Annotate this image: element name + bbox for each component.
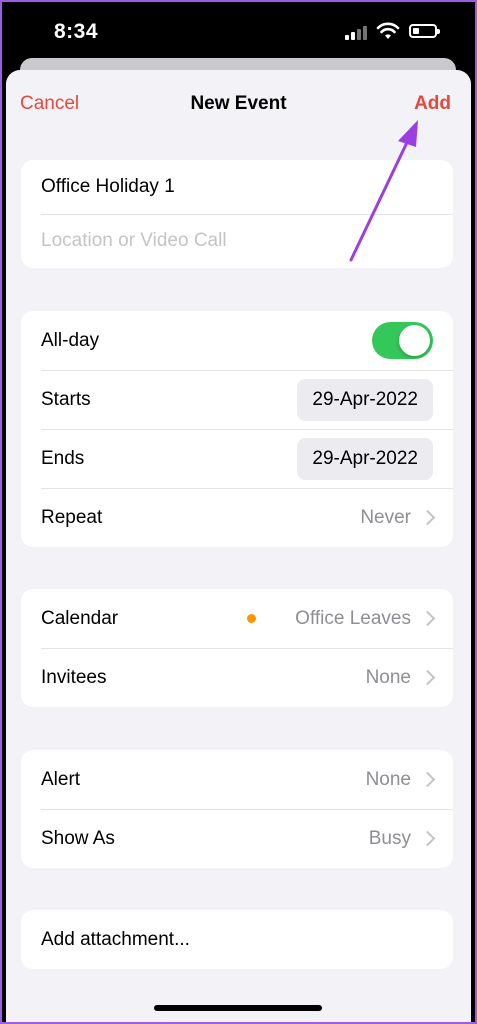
toggle-knob xyxy=(399,325,430,356)
chevron-right-icon xyxy=(419,771,436,788)
invitees-label: Invitees xyxy=(41,666,107,688)
repeat-row[interactable]: Repeat Never xyxy=(21,488,453,547)
invitees-row[interactable]: Invitees None xyxy=(21,648,453,707)
allday-row: All-day xyxy=(21,311,453,370)
title-field[interactable]: Office Holiday 1 xyxy=(41,176,175,198)
new-event-sheet: Cancel New Event Add Office Holiday 1 Lo… xyxy=(6,70,471,1022)
chevron-right-icon xyxy=(419,610,436,627)
ends-row: Ends 29-Apr-2022 xyxy=(21,429,453,488)
calendar-row[interactable]: Calendar Office Leaves xyxy=(21,589,453,648)
nav-bar: Cancel New Event Add xyxy=(6,70,471,138)
wifi-icon xyxy=(376,22,400,39)
showas-row[interactable]: Show As Busy xyxy=(21,809,453,868)
showas-label: Show As xyxy=(41,827,115,849)
calendar-value: Office Leaves xyxy=(295,607,411,629)
cellular-signal-icon xyxy=(345,24,371,40)
invitees-value: None xyxy=(365,666,411,688)
ends-date-button[interactable]: 29-Apr-2022 xyxy=(297,437,433,480)
alert-row[interactable]: Alert None xyxy=(21,750,453,809)
calendar-color-dot-icon xyxy=(247,614,256,623)
showas-value: Busy xyxy=(368,827,411,849)
chevron-right-icon xyxy=(419,509,436,526)
title-row[interactable]: Office Holiday 1 xyxy=(21,160,453,214)
chevron-right-icon xyxy=(419,669,436,686)
alert-label: Alert xyxy=(41,768,81,790)
add-attachment-row[interactable]: Add attachment... xyxy=(21,910,453,969)
location-row[interactable]: Location or Video Call xyxy=(21,214,453,268)
starts-label: Starts xyxy=(41,388,91,410)
attachment-card: Add attachment... xyxy=(21,910,453,969)
calendar-label: Calendar xyxy=(41,607,119,629)
starts-row: Starts 29-Apr-2022 xyxy=(21,370,453,429)
alert-value: None xyxy=(365,768,411,790)
add-button[interactable]: Add xyxy=(414,93,451,115)
status-bar: 8:34 xyxy=(2,2,475,64)
alert-card: Alert None Show As Busy xyxy=(21,750,453,868)
ends-label: Ends xyxy=(41,447,85,469)
battery-icon xyxy=(409,24,440,38)
home-indicator xyxy=(154,1005,322,1011)
status-time: 8:34 xyxy=(54,20,99,43)
phone-frame: 8:34 Cancel New Event Add Office Holiday… xyxy=(0,0,477,1024)
chevron-right-icon xyxy=(419,830,436,847)
calendar-card: Calendar Office Leaves Invitees None xyxy=(21,589,453,707)
allday-toggle[interactable] xyxy=(372,322,433,359)
repeat-label: Repeat xyxy=(41,506,103,528)
repeat-value: Never xyxy=(360,506,411,528)
event-details-card: Office Holiday 1 Location or Video Call xyxy=(21,160,453,268)
allday-label: All-day xyxy=(41,329,100,351)
add-attachment-label: Add attachment... xyxy=(41,928,190,950)
page-title: New Event xyxy=(190,93,287,114)
schedule-card: All-day Starts 29-Apr-2022 Ends 29-Apr-2… xyxy=(21,311,453,547)
location-field[interactable]: Location or Video Call xyxy=(41,230,227,252)
starts-date-button[interactable]: 29-Apr-2022 xyxy=(297,378,433,421)
